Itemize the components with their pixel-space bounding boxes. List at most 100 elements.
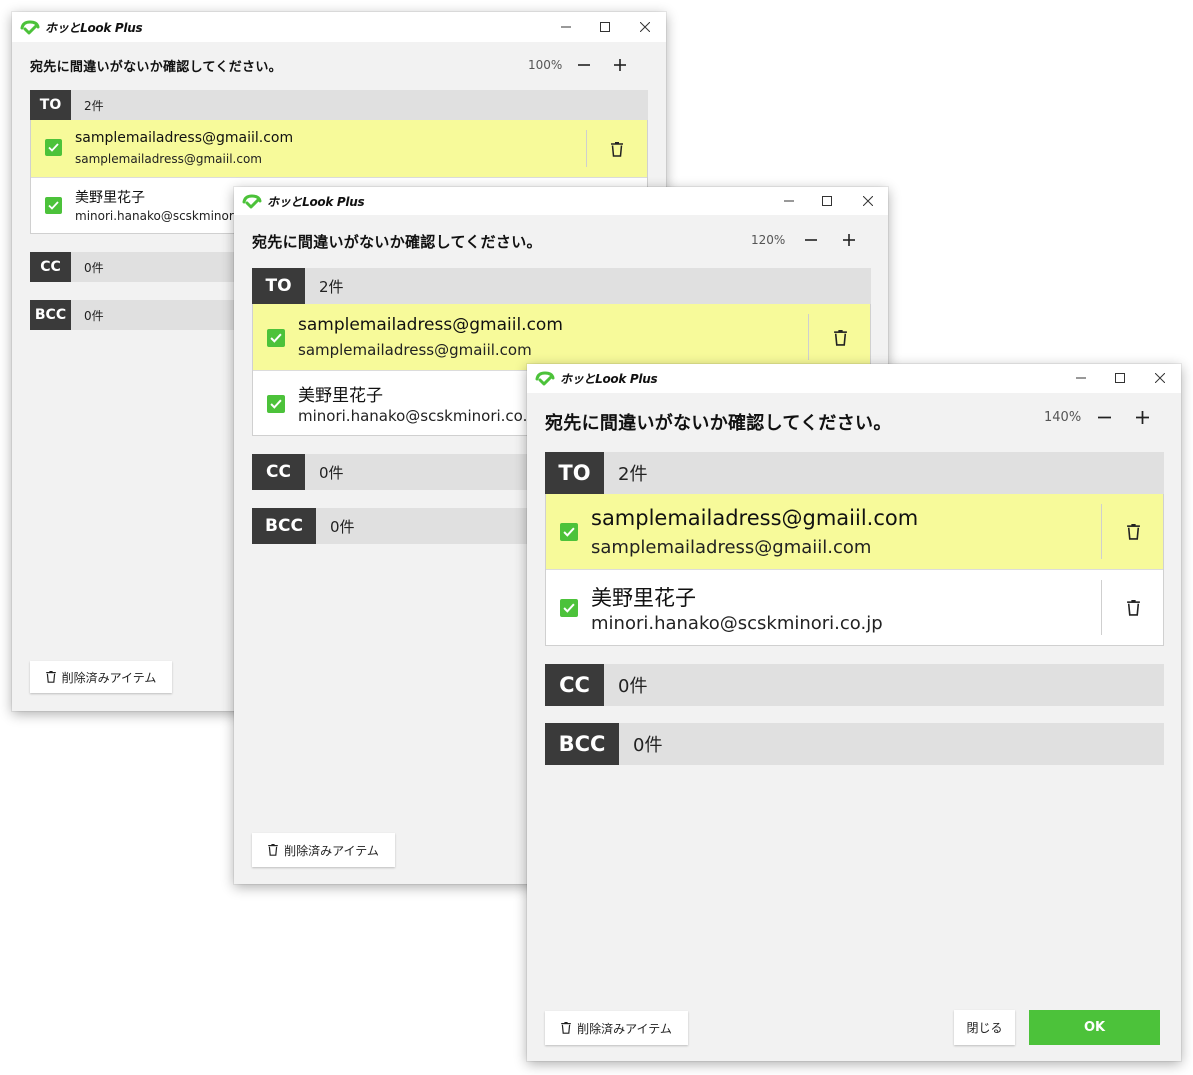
zoom-control: 120% — [751, 229, 863, 251]
app-logo: ホッとLook Plus — [20, 19, 143, 36]
trash-icon — [561, 1022, 571, 1034]
zoom-out-button[interactable] — [570, 55, 598, 75]
recipient-name: 美野里花子 — [75, 190, 145, 206]
maximize-button[interactable] — [595, 17, 615, 37]
bcc-tag: BCC — [252, 508, 316, 544]
recipient-email: samplemailadress@gmaiil.com — [75, 152, 262, 166]
cc-tag: CC — [545, 664, 604, 706]
recipient-checkbox[interactable] — [45, 139, 62, 156]
recipient-row[interactable]: samplemailadress@gmaiil.com samplemailad… — [546, 494, 1163, 570]
confirm-window-140: ホッとLook Plus 宛先に間違いがないか確認してください。 140% TO… — [527, 364, 1181, 1061]
minimize-button[interactable] — [1071, 368, 1091, 388]
recipient-row[interactable]: samplemailadress@gmaiil.com samplemailad… — [31, 120, 647, 178]
close-button[interactable]: 閉じる — [954, 1010, 1015, 1045]
cc-section-header: CC 0件 — [545, 664, 1164, 706]
ok-button[interactable]: OK — [1029, 1010, 1160, 1045]
delete-recipient-button[interactable] — [1120, 595, 1146, 621]
minimize-icon — [1076, 377, 1086, 379]
plus-icon — [843, 234, 855, 246]
trash-icon — [611, 141, 623, 157]
bcc-section-header: BCC 0件 — [545, 723, 1164, 765]
zoom-level: 100% — [528, 58, 563, 72]
title-bar: ホッとLook Plus — [234, 187, 888, 215]
recipient-name: samplemailadress@gmaiil.com — [298, 315, 563, 335]
delete-recipient-button[interactable] — [605, 137, 629, 161]
delete-recipient-button[interactable] — [827, 325, 853, 351]
cc-count: 0件 — [319, 463, 344, 482]
to-tag: TO — [545, 452, 604, 494]
recipient-checkbox[interactable] — [560, 523, 578, 541]
close-window-button[interactable] — [635, 17, 655, 37]
to-recipient-list: samplemailadress@gmaiil.com samplemailad… — [545, 494, 1164, 646]
to-count: 2件 — [618, 464, 648, 485]
minimize-button[interactable] — [556, 17, 576, 37]
trash-icon — [1126, 600, 1140, 616]
zoom-control: 140% — [1044, 406, 1156, 428]
checkbox-checked-icon — [48, 143, 59, 152]
zoom-in-button[interactable] — [606, 55, 634, 75]
app-name: ホッとLook Plus — [267, 195, 365, 209]
recipient-email: minori.hanako@scskminori.co.j — [298, 407, 532, 425]
zoom-in-button[interactable] — [835, 229, 863, 251]
checkbox-checked-icon — [270, 333, 282, 343]
trash-icon — [1126, 524, 1140, 540]
recipient-row[interactable]: 美野里花子 minori.hanako@scskminori.co.jp — [546, 570, 1163, 645]
to-count: 2件 — [84, 98, 104, 113]
close-window-button[interactable] — [858, 191, 878, 211]
bcc-count: 0件 — [330, 517, 355, 536]
cc-count: 0件 — [84, 260, 104, 275]
recipient-email: minori.hanako@scskminori — [75, 209, 238, 223]
trash-icon — [45, 671, 56, 683]
close-icon — [863, 196, 873, 206]
recipient-checkbox[interactable] — [560, 599, 578, 617]
to-tag: TO — [252, 268, 305, 304]
minimize-icon — [561, 26, 571, 28]
recipient-name: 美野里花子 — [591, 586, 696, 610]
instruction-text: 宛先に間違いがないか確認してください。 — [252, 233, 542, 251]
deleted-items-label: 削除済みアイテム — [61, 670, 157, 685]
minus-icon — [578, 64, 590, 66]
recipient-email: samplemailadress@gmaiil.com — [591, 537, 872, 558]
bcc-count: 0件 — [633, 735, 663, 756]
bcc-count: 0件 — [84, 308, 104, 323]
zoom-in-button[interactable] — [1128, 406, 1156, 428]
trash-icon — [268, 844, 278, 856]
instruction-text: 宛先に間違いがないか確認してください。 — [545, 413, 892, 434]
row-divider — [808, 314, 809, 360]
delete-recipient-button[interactable] — [1120, 519, 1146, 545]
instruction-text: 宛先に間違いがないか確認してください。 — [30, 60, 282, 75]
title-bar: ホッとLook Plus — [12, 12, 666, 42]
deleted-items-button[interactable]: 削除済みアイテム — [30, 661, 172, 693]
minus-icon — [1097, 416, 1111, 418]
maximize-button[interactable] — [817, 191, 837, 211]
close-window-button[interactable] — [1150, 368, 1170, 388]
maximize-icon — [822, 196, 832, 206]
deleted-items-label: 削除済みアイテム — [284, 843, 379, 858]
recipient-checkbox[interactable] — [267, 329, 285, 347]
trash-icon — [833, 330, 847, 346]
deleted-items-button[interactable]: 削除済みアイテム — [252, 833, 395, 867]
plus-icon — [1135, 410, 1149, 424]
recipient-name: samplemailadress@gmaiil.com — [591, 506, 919, 530]
cc-count: 0件 — [618, 676, 648, 697]
maximize-button[interactable] — [1110, 368, 1130, 388]
minus-icon — [805, 239, 817, 241]
checkbox-checked-icon — [48, 201, 59, 210]
app-name: ホッとLook Plus — [45, 21, 143, 35]
hottolook-logo-icon — [535, 370, 555, 385]
minimize-button[interactable] — [779, 191, 799, 211]
recipient-name: samplemailadress@gmaiil.com — [75, 130, 294, 146]
recipient-row[interactable]: samplemailadress@gmaiil.com samplemailad… — [253, 304, 870, 371]
maximize-icon — [600, 22, 610, 32]
recipient-email: minori.hanako@scskminori.co.jp — [591, 613, 883, 634]
recipient-checkbox[interactable] — [45, 197, 62, 214]
to-section-header: TO 2件 — [545, 452, 1164, 494]
zoom-level: 140% — [1044, 409, 1082, 425]
close-icon — [1155, 373, 1165, 383]
app-logo: ホッとLook Plus — [242, 193, 365, 210]
recipient-checkbox[interactable] — [267, 395, 285, 413]
zoom-out-button[interactable] — [1090, 406, 1118, 428]
checkbox-checked-icon — [563, 603, 575, 613]
deleted-items-button[interactable]: 削除済みアイテム — [545, 1011, 688, 1045]
zoom-out-button[interactable] — [797, 229, 825, 251]
